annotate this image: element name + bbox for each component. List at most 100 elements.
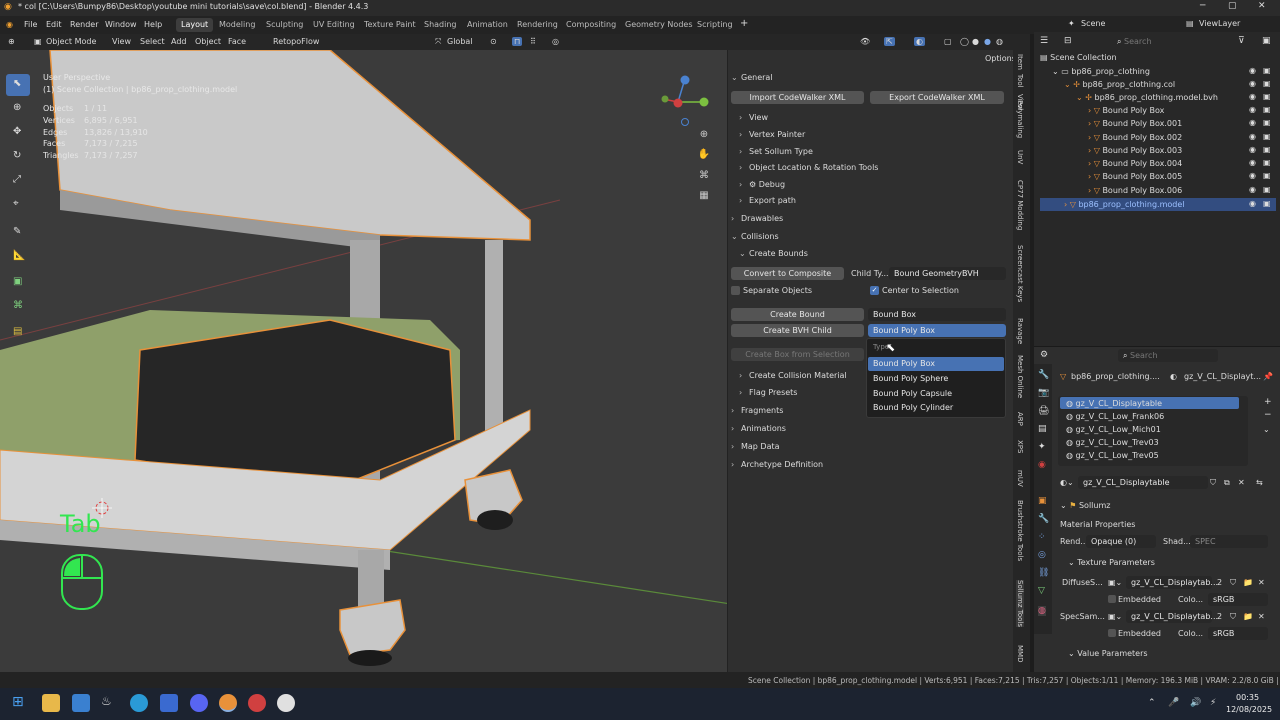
menu-help[interactable]: Help bbox=[144, 20, 162, 29]
render-bucket-select[interactable]: Opaque (0) bbox=[1086, 535, 1156, 548]
ntab-muv[interactable]: mUV bbox=[1016, 470, 1024, 487]
network-icon[interactable]: ⚡ bbox=[1210, 698, 1216, 708]
outliner-row[interactable]: ⌄ ▭ bp86_prop_clothing bbox=[1040, 65, 1276, 78]
rotate-tool-icon[interactable]: ↻ bbox=[6, 146, 30, 168]
unlink-image-icon[interactable]: ✕ bbox=[1258, 578, 1265, 587]
render-camera-icon[interactable]: ▣ bbox=[1263, 118, 1271, 127]
new-collection-icon[interactable]: ▣ bbox=[1262, 36, 1271, 46]
sub-panel-vertex-painter[interactable]: › Vertex Painter bbox=[739, 130, 805, 139]
tab-geometry-nodes[interactable]: Geometry Nodes bbox=[620, 18, 697, 32]
outliner-row[interactable]: › ▽ Bound Poly Box.005 bbox=[1040, 170, 1276, 183]
visibility-eye-icon[interactable]: ◉ bbox=[1249, 66, 1256, 75]
outliner-search-input[interactable]: ⌕ Search bbox=[1112, 35, 1222, 48]
browse-link-icon[interactable]: ⇆ bbox=[1256, 478, 1263, 487]
add-cube-tool-icon[interactable]: ▣ bbox=[6, 272, 30, 294]
shading-rendered-icon[interactable]: ◍ bbox=[996, 37, 1003, 46]
fake-user-icon[interactable]: ⛉ bbox=[1210, 478, 1216, 488]
visibility-eye-icon[interactable]: ◉ bbox=[1249, 132, 1256, 141]
xray-icon[interactable]: ▢ bbox=[944, 37, 952, 46]
render-props-icon[interactable]: 📷 bbox=[1038, 388, 1049, 398]
discord-icon[interactable] bbox=[190, 694, 208, 712]
view-layer-props-icon[interactable]: ▤ bbox=[1038, 424, 1047, 434]
ntab-arp[interactable]: ARP bbox=[1016, 412, 1024, 426]
mode-selector[interactable]: Object Mode bbox=[46, 37, 96, 46]
child-type-select[interactable]: Bound GeometryBVH bbox=[889, 267, 1006, 280]
ntab-mesh-online[interactable]: Mesh Online bbox=[1016, 355, 1024, 398]
add-workspace-icon[interactable]: + bbox=[740, 18, 748, 29]
ntab-cp77[interactable]: CP77 Modding bbox=[1016, 180, 1024, 230]
options-dropdown[interactable]: Options bbox=[985, 54, 1016, 63]
panel-fragments[interactable]: › Fragments bbox=[731, 406, 783, 415]
render-camera-icon[interactable]: ▣ bbox=[1263, 185, 1271, 194]
visibility-eye-icon[interactable]: ◉ bbox=[1249, 199, 1256, 208]
visibility-eye-icon[interactable]: ◉ bbox=[1249, 158, 1256, 167]
minimize-icon[interactable]: ─ bbox=[1200, 1, 1205, 11]
transform-tool-icon[interactable]: ⌖ bbox=[6, 194, 30, 216]
render-camera-icon[interactable]: ▣ bbox=[1263, 132, 1271, 141]
measure-tool-icon[interactable]: 📐 bbox=[6, 246, 30, 268]
steam-icon[interactable]: ♨ bbox=[101, 694, 119, 712]
sub-panel-set-sollum-type[interactable]: › Set Sollum Type bbox=[739, 147, 813, 156]
render-camera-icon[interactable]: ▣ bbox=[1263, 66, 1271, 75]
list-item[interactable]: ◍ gz_V_CL_Low_Mich01 bbox=[1066, 425, 1161, 434]
unlink-material-icon[interactable]: ✕ bbox=[1238, 478, 1245, 487]
sub-panel-collision-material[interactable]: › Create Collision Material bbox=[739, 371, 847, 380]
tab-texture-paint[interactable]: Texture Paint bbox=[359, 18, 421, 32]
transform-orientation[interactable]: Global bbox=[447, 37, 473, 46]
texture-parameters-toggle[interactable]: ⌄ Texture Parameters bbox=[1068, 558, 1155, 567]
output-props-icon[interactable]: 🖨 bbox=[1038, 406, 1049, 416]
cursor-tool-icon[interactable]: ⊕ bbox=[6, 98, 30, 120]
ntab-xps[interactable]: XPS bbox=[1016, 440, 1024, 453]
outliner-row[interactable]: › ▽ Bound Poly Box.001 bbox=[1040, 117, 1276, 130]
ntab-screencast-keys[interactable]: Screencast Keys bbox=[1016, 245, 1024, 302]
sollumz-panel-toggle[interactable]: ⌄ ⚑ Sollumz bbox=[1060, 501, 1110, 510]
tab-compositing[interactable]: Compositing bbox=[561, 18, 621, 32]
outliner-row[interactable]: ▤ Scene Collection bbox=[1040, 51, 1276, 64]
blender-menu-icon[interactable]: ◉ bbox=[6, 20, 13, 29]
snap-target-icon[interactable]: ⠿ bbox=[530, 37, 536, 46]
outliner-row-selected[interactable]: › ▽ bp86_prop_clothing.model bbox=[1040, 198, 1276, 211]
separate-objects-checkbox[interactable] bbox=[731, 286, 740, 295]
menu-face[interactable]: Face bbox=[228, 37, 246, 46]
dropdown-option-bound-poly-sphere[interactable]: Bound Poly Sphere bbox=[868, 372, 1004, 386]
editor-type-icon[interactable]: ⊕ bbox=[8, 37, 15, 46]
ntab-item[interactable]: Item bbox=[1016, 54, 1024, 70]
tab-modeling[interactable]: Modeling bbox=[214, 18, 260, 32]
panel-collisions[interactable]: ⌄ Collisions bbox=[731, 232, 779, 241]
constraints-props-icon[interactable]: ⛓ bbox=[1038, 568, 1049, 578]
recorder-icon[interactable] bbox=[248, 694, 266, 712]
ntab-ravage[interactable]: Ravage bbox=[1016, 318, 1024, 344]
ntab-tool[interactable]: Tool bbox=[1016, 74, 1024, 88]
create-box-from-selection-button[interactable]: Create Box from Selection bbox=[731, 348, 864, 361]
box-cutter-icon[interactable]: ▤ bbox=[6, 322, 30, 344]
annotate-tool-icon[interactable]: ✎ bbox=[6, 222, 30, 244]
value-parameters-toggle[interactable]: ⌄ Value Parameters bbox=[1068, 649, 1148, 658]
menu-view[interactable]: View bbox=[112, 37, 131, 46]
camera-view-icon[interactable]: ⌘ bbox=[696, 170, 712, 186]
render-camera-icon[interactable]: ▣ bbox=[1263, 199, 1271, 208]
maximize-icon[interactable]: ▢ bbox=[1228, 1, 1237, 11]
store-icon[interactable] bbox=[160, 694, 178, 712]
zoom-icon[interactable]: ⊕ bbox=[696, 129, 712, 145]
embedded-checkbox[interactable] bbox=[1108, 629, 1116, 637]
visibility-eye-icon[interactable]: ◉ bbox=[1249, 185, 1256, 194]
gizmo-icon[interactable]: ⇱ bbox=[884, 37, 895, 46]
visibility-eye-icon[interactable]: ◉ bbox=[1249, 145, 1256, 154]
visibility-eye-icon[interactable]: ◉ bbox=[1249, 79, 1256, 88]
menu-add[interactable]: Add bbox=[171, 37, 187, 46]
list-item[interactable]: ◍ gz_V_CL_Low_Trev03 bbox=[1066, 438, 1159, 447]
sub-panel-export-path[interactable]: › Export path bbox=[739, 196, 796, 205]
tab-layout[interactable]: Layout bbox=[176, 18, 214, 32]
overlay-icon[interactable]: ◐ bbox=[914, 37, 925, 46]
tab-animation[interactable]: Animation bbox=[462, 18, 513, 32]
ntab-mmd[interactable]: MMD bbox=[1016, 645, 1024, 662]
object-props-icon[interactable]: ▣ bbox=[1038, 496, 1047, 506]
import-codewalker-button[interactable]: Import CodeWalker XML bbox=[731, 91, 864, 104]
filter-icon[interactable]: ⊽ bbox=[1238, 36, 1245, 46]
tray-overflow-icon[interactable]: ⌃ bbox=[1148, 698, 1156, 708]
tab-sculpting[interactable]: Sculpting bbox=[261, 18, 308, 32]
pan-hand-icon[interactable]: ✋ bbox=[696, 149, 712, 165]
list-item[interactable]: ◍ gz_V_CL_Displaytable bbox=[1066, 399, 1162, 408]
menu-retopoflow[interactable]: RetopoFlow bbox=[273, 37, 319, 46]
scene-name[interactable]: Scene bbox=[1081, 19, 1105, 28]
